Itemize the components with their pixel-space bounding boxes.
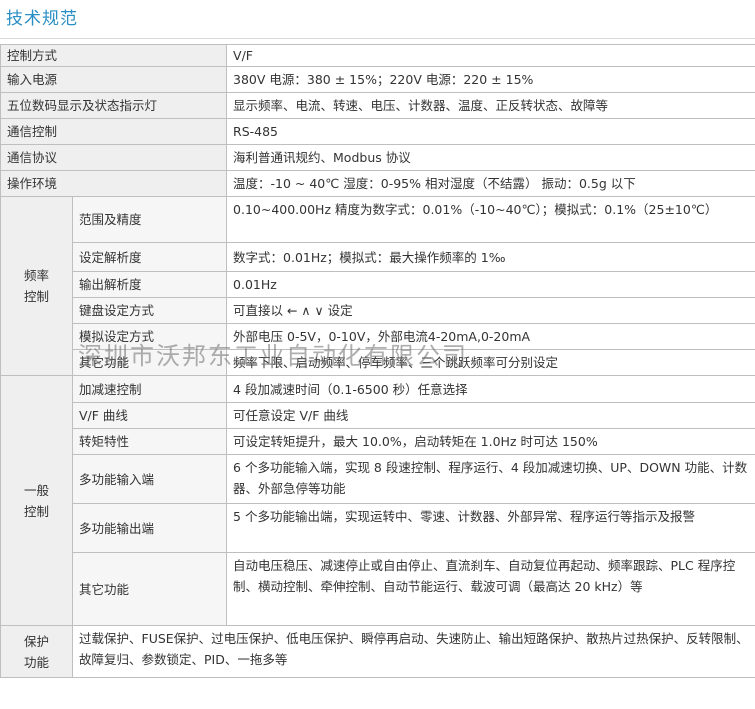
page-title: 技术规范 — [6, 9, 78, 29]
group-label-protection: 保护功能 — [0, 625, 73, 678]
row-value: 可直接以 ← ∧ ∨ 设定 — [226, 297, 755, 324]
table-row: 一般控制 加减速控制 4 段加减速时间（0.1-6500 秒）任意选择 — [0, 375, 755, 626]
row-value: V/F — [226, 44, 755, 67]
table-row: 其它功能 自动电压稳压、减速停止或自由停止、直流刹车、自动复位再起动、频率跟踪、… — [1, 552, 755, 626]
row-value: 0.10~400.00Hz 精度为数字式：0.01%（-10~40℃）；模拟式：… — [226, 196, 755, 243]
group-label-general: 一般控制 — [0, 375, 73, 626]
table-row: 通信控制 RS-485 — [0, 118, 755, 145]
table-row: 操作环境 温度：-10 ~ 40℃ 湿度：0-95% 相对湿度（不结露） 振动：… — [0, 170, 755, 197]
row-label: 范围及精度 — [71, 196, 228, 243]
row-label: 加减速控制 — [71, 375, 228, 403]
table-row: 其它功能 频率下限、启动频率、停车频率、三个跳跃频率可分别设定 — [1, 349, 755, 376]
row-value: 可任意设定 V/F 曲线 — [226, 402, 755, 429]
table-row: 输入电源 380V 电源：380 ± 15%；220V 电源：220 ± 15% — [0, 66, 755, 93]
group-label-frequency: 频率控制 — [0, 196, 73, 376]
row-label: 设定解析度 — [71, 242, 228, 272]
spec-table: 控制方式 V/F 输入电源 380V 电源：380 ± 15%；220V 电源：… — [0, 44, 755, 678]
row-label: 通信协议 — [0, 144, 228, 171]
row-value: 可设定转矩提升，最大 10.0%，启动转矩在 1.0Hz 时可达 150% — [226, 428, 755, 455]
row-label: 多功能输入端 — [71, 454, 228, 504]
row-value: 频率下限、启动频率、停车频率、三个跳跃频率可分别设定 — [226, 349, 755, 376]
row-value: 过载保护、FUSE保护、过电压保护、低电压保护、瞬停再启动、失速防止、输出短路保… — [71, 625, 755, 678]
table-row: 五位数码显示及状态指示灯 显示频率、电流、转速、电压、计数器、温度、正反转状态、… — [0, 92, 755, 119]
row-value: 显示频率、电流、转速、电压、计数器、温度、正反转状态、故障等 — [226, 92, 755, 119]
row-label: 多功能输出端 — [71, 503, 228, 553]
row-label: 输出解析度 — [71, 271, 228, 298]
table-row: 多功能输入端 6 个多功能输入端，实现 8 段速控制、程序运行、4 段加减速切换… — [1, 454, 755, 504]
row-value: 海利普通讯规约、Modbus 协议 — [226, 144, 755, 171]
row-label: V/F 曲线 — [71, 402, 228, 429]
row-label: 转矩特性 — [71, 428, 228, 455]
table-row: 输出解析度 0.01Hz — [1, 271, 755, 298]
row-label: 五位数码显示及状态指示灯 — [0, 92, 228, 119]
row-value: 6 个多功能输入端，实现 8 段速控制、程序运行、4 段加减速切换、UP、DOW… — [226, 454, 755, 504]
table-row: 通信协议 海利普通讯规约、Modbus 协议 — [0, 144, 755, 171]
row-value: 自动电压稳压、减速停止或自由停止、直流刹车、自动复位再起动、频率跟踪、PLC 程… — [226, 552, 755, 626]
row-value: 外部电压 0-5V，0-10V，外部电流4-20mA,0-20mA — [226, 323, 755, 350]
table-row: 频率控制 范围及精度 0.10~400.00Hz 精度为数字式：0.01%（-1… — [0, 196, 755, 376]
table-row: 多功能输出端 5 个多功能输出端，实现运转中、零速、计数器、外部异常、程序运行等… — [1, 503, 755, 553]
row-value: 380V 电源：380 ± 15%；220V 电源：220 ± 15% — [226, 66, 755, 93]
row-label: 输入电源 — [0, 66, 228, 93]
table-row: V/F 曲线 可任意设定 V/F 曲线 — [1, 402, 755, 429]
table-row: 控制方式 V/F — [0, 44, 755, 67]
row-value: RS-485 — [226, 118, 755, 145]
row-label: 其它功能 — [71, 552, 228, 626]
row-value: 4 段加减速时间（0.1-6500 秒）任意选择 — [226, 375, 755, 403]
table-row: 模拟设定方式 外部电压 0-5V，0-10V，外部电流4-20mA,0-20mA — [1, 323, 755, 350]
table-row: 保护功能 过载保护、FUSE保护、过电压保护、低电压保护、瞬停再启动、失速防止、… — [0, 625, 755, 678]
table-row: 设定解析度 数字式：0.01Hz；模拟式：最大操作频率的 1‰ — [1, 242, 755, 272]
row-value: 0.01Hz — [226, 271, 755, 298]
table-row: 转矩特性 可设定转矩提升，最大 10.0%，启动转矩在 1.0Hz 时可达 15… — [1, 428, 755, 455]
row-value: 5 个多功能输出端，实现运转中、零速、计数器、外部异常、程序运行等指示及报警 — [226, 503, 755, 553]
row-label: 通信控制 — [0, 118, 228, 145]
title-divider — [0, 38, 755, 39]
row-label: 控制方式 — [0, 44, 228, 67]
row-label: 其它功能 — [71, 349, 228, 376]
table-row: 键盘设定方式 可直接以 ← ∧ ∨ 设定 — [1, 297, 755, 324]
row-value: 温度：-10 ~ 40℃ 湿度：0-95% 相对湿度（不结露） 振动：0.5g … — [226, 170, 755, 197]
row-value: 数字式：0.01Hz；模拟式：最大操作频率的 1‰ — [226, 242, 755, 272]
row-label: 操作环境 — [0, 170, 228, 197]
row-label: 模拟设定方式 — [71, 323, 228, 350]
row-label: 键盘设定方式 — [71, 297, 228, 324]
